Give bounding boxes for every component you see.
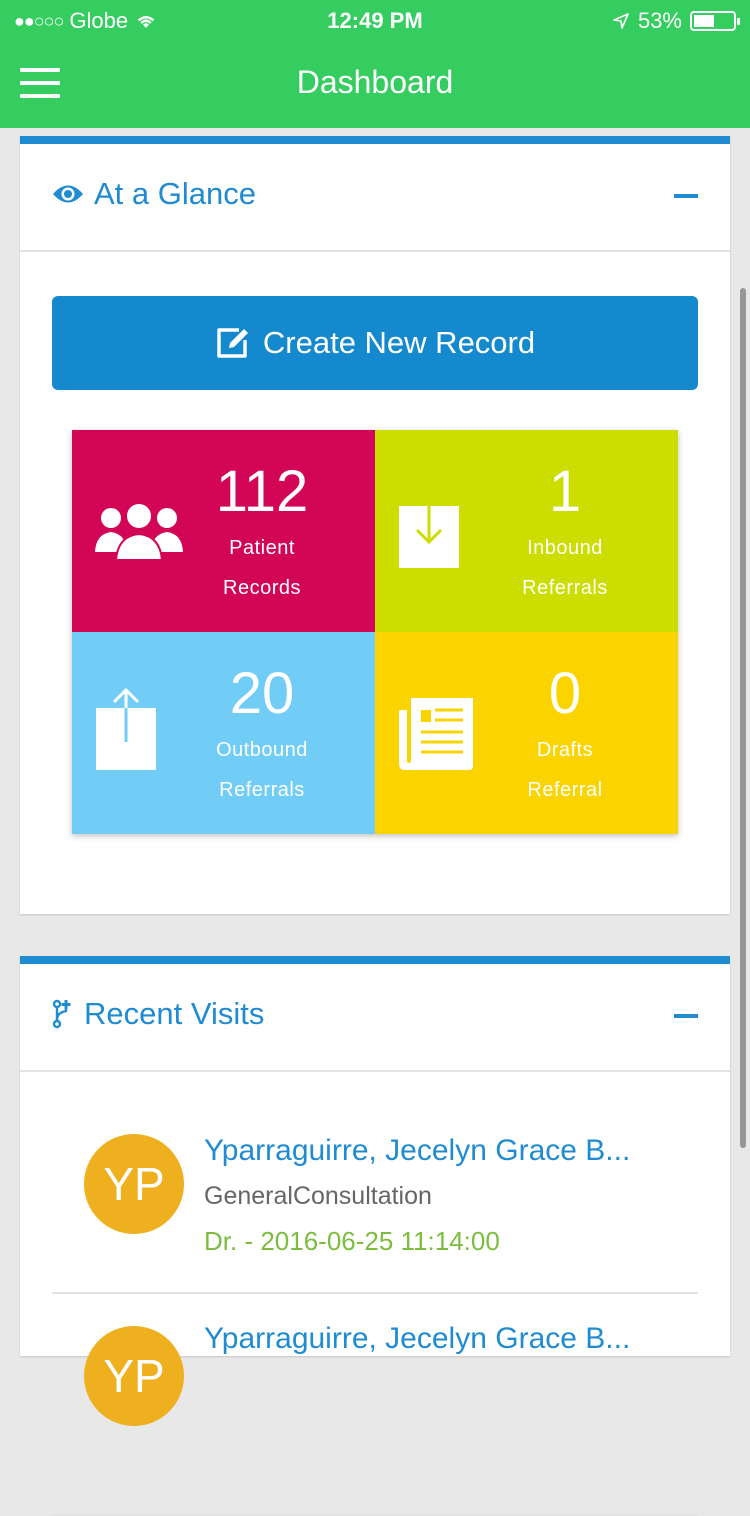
create-new-record-button[interactable]: Create New Record bbox=[52, 296, 698, 390]
recent-visits-title: Recent Visits bbox=[52, 996, 264, 1032]
tile-inbound-referrals[interactable]: 1 Inbound Referrals bbox=[375, 430, 678, 632]
tile-patient-records[interactable]: 112 Patient Records bbox=[72, 430, 375, 632]
upload-icon bbox=[96, 688, 156, 770]
tile-label-line2: Referral bbox=[527, 779, 603, 801]
tile-label-line2: Referrals bbox=[219, 779, 305, 801]
nav-bar: Dashboard bbox=[0, 40, 750, 128]
battery-icon bbox=[690, 11, 740, 31]
recent-visits-header: Recent Visits bbox=[20, 964, 730, 1072]
at-a-glance-card: At a Glance Create New Record 112 Patien… bbox=[20, 136, 730, 914]
visit-type: GeneralConsultation bbox=[204, 1182, 432, 1210]
edit-icon bbox=[217, 328, 248, 358]
card-accent-bar bbox=[20, 956, 730, 964]
avatar: YP bbox=[84, 1326, 184, 1426]
drafts-referral-count: 0 bbox=[548, 661, 582, 726]
at-a-glance-header: At a Glance bbox=[20, 144, 730, 252]
create-new-record-label: Create New Record bbox=[262, 325, 536, 360]
scrollbar[interactable] bbox=[740, 288, 746, 1148]
at-a-glance-title: At a Glance bbox=[52, 176, 256, 212]
tile-outbound-referrals[interactable]: 20 Outbound Referrals bbox=[72, 632, 375, 834]
tile-label-line2: Referrals bbox=[522, 577, 608, 599]
tile-label-line1: Patient bbox=[229, 537, 295, 559]
collapse-glance-button[interactable] bbox=[674, 194, 698, 198]
stats-grid: 112 Patient Records 1 Inbound Referrals bbox=[72, 430, 678, 834]
recent-visits-label: Recent Visits bbox=[84, 996, 265, 1031]
location-arrow-icon bbox=[613, 13, 629, 29]
avatar: YP bbox=[84, 1134, 184, 1234]
outbound-referrals-label: Outbound Referrals bbox=[182, 730, 342, 810]
visit-patient-name: Yparraguirre, Jecelyn Grace B... bbox=[204, 1322, 631, 1355]
inbound-referrals-count: 1 bbox=[548, 459, 582, 524]
patient-records-label: Patient Records bbox=[182, 528, 342, 608]
tile-label-line1: Inbound bbox=[527, 537, 603, 559]
eye-icon bbox=[53, 185, 83, 203]
inbox-download-icon bbox=[399, 492, 459, 568]
drafts-referral-label: Drafts Referral bbox=[485, 730, 645, 810]
tile-label-line2: Records bbox=[223, 577, 301, 599]
recent-visits-card: Recent Visits YP Yparraguirre, Jecelyn G… bbox=[20, 956, 730, 1516]
tile-label-line1: Outbound bbox=[216, 739, 308, 761]
visit-list-item[interactable]: YP Yparraguirre, Jecelyn Grace B... bbox=[52, 1294, 698, 1516]
status-right: 53% bbox=[612, 8, 740, 34]
collapse-recent-button[interactable] bbox=[674, 1014, 698, 1018]
patient-records-count: 112 bbox=[215, 459, 309, 524]
newspaper-icon bbox=[399, 698, 473, 770]
inbound-referrals-label: Inbound Referrals bbox=[485, 528, 645, 608]
card-accent-bar bbox=[20, 136, 730, 144]
battery-level bbox=[694, 15, 714, 27]
tile-drafts-referral[interactable]: 0 Drafts Referral bbox=[375, 632, 678, 834]
users-icon bbox=[95, 502, 183, 561]
at-a-glance-label: At a Glance bbox=[94, 176, 256, 211]
visit-list-item[interactable]: YP Yparraguirre, Jecelyn Grace B... Gene… bbox=[52, 1072, 698, 1294]
battery-percent: 53% bbox=[637, 8, 682, 33]
status-bar: ●●○○○ Globe 12:49 PM 53% bbox=[0, 0, 750, 40]
code-fork-icon bbox=[52, 999, 71, 1029]
tile-label-line1: Drafts bbox=[536, 739, 594, 761]
page-title: Dashboard bbox=[296, 64, 454, 100]
outbound-referrals-count: 20 bbox=[229, 661, 295, 726]
top-bar: ●●○○○ Globe 12:49 PM 53% Dashboard bbox=[0, 0, 750, 128]
visit-date: Dr. - 2016-06-25 11:14:00 bbox=[204, 1226, 500, 1256]
visit-patient-name: Yparraguirre, Jecelyn Grace B... bbox=[204, 1134, 631, 1167]
